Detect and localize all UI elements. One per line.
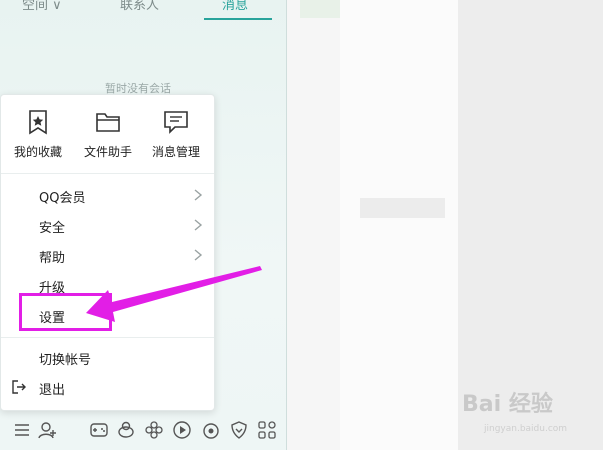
pet-icon[interactable] (116, 420, 136, 440)
annotation-arrow-icon (86, 266, 262, 322)
music-icon[interactable] (201, 420, 221, 440)
game-icon[interactable] (89, 420, 109, 440)
watermark-url: jingyan.baidu.com (484, 424, 568, 434)
apps-grid-icon[interactable] (257, 420, 277, 440)
add-contact-icon[interactable] (38, 420, 58, 440)
menu-icon[interactable] (12, 420, 32, 440)
flower-icon[interactable] (144, 420, 164, 440)
play-icon[interactable] (172, 420, 192, 440)
shield-icon[interactable] (229, 420, 249, 440)
watermark-brand: Bai 经验 (462, 392, 553, 417)
bottom-toolbar (0, 410, 286, 450)
